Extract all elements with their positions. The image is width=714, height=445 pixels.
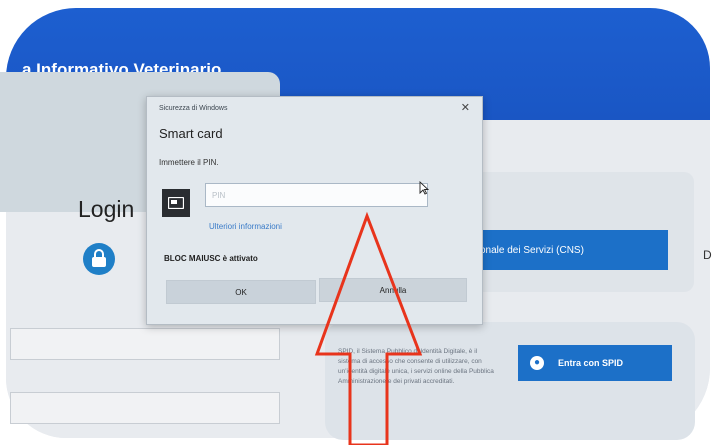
red-arrow-annotation	[314, 211, 423, 445]
